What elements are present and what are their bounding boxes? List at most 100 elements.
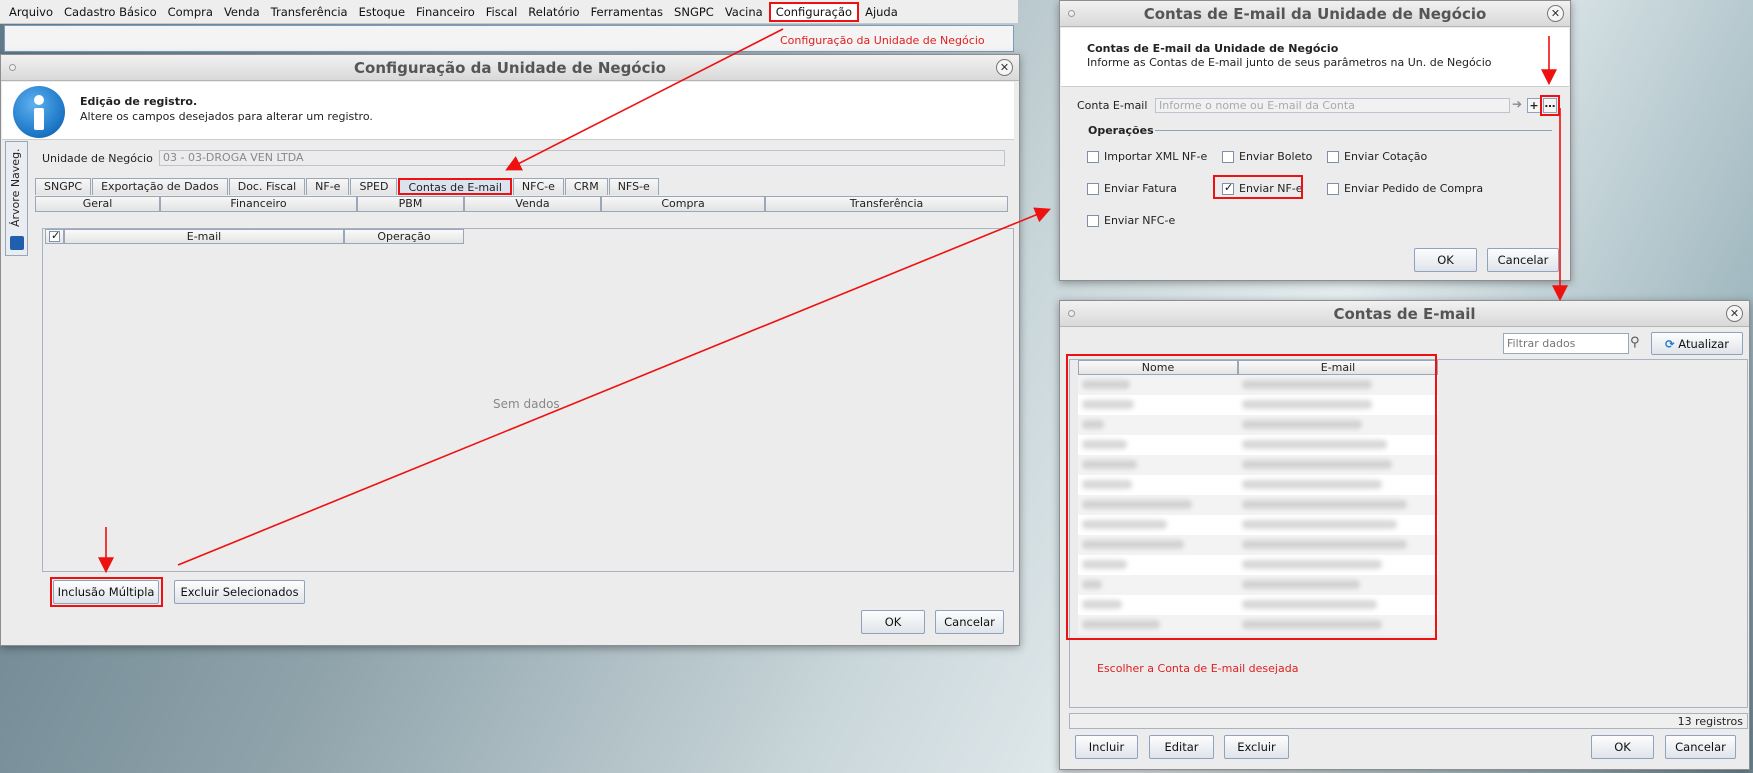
- subtab-3[interactable]: Venda: [464, 196, 601, 212]
- ok-button[interactable]: OK: [861, 610, 925, 634]
- menu-item-11[interactable]: Vacina: [720, 3, 768, 21]
- option-checkbox-3[interactable]: [1087, 183, 1099, 195]
- option-3[interactable]: Enviar Fatura: [1087, 182, 1177, 195]
- edit-button[interactable]: Editar: [1149, 735, 1214, 759]
- header-title: Edição de registro.: [80, 95, 198, 108]
- tab-1[interactable]: Exportação de Dados: [92, 178, 228, 195]
- delete-button[interactable]: Excluir: [1224, 735, 1289, 759]
- email-dialog-cancel-button[interactable]: Cancelar: [1487, 248, 1559, 272]
- operations-label: Operações: [1088, 124, 1154, 137]
- multi-include-highlight: [50, 577, 163, 607]
- tab-5[interactable]: Contas de E-mail: [398, 178, 512, 195]
- tree-navigation-tab[interactable]: Árvore Naveg.: [5, 141, 28, 256]
- menu-item-10[interactable]: SNGPC: [669, 3, 719, 21]
- include-button[interactable]: Incluir: [1075, 735, 1138, 759]
- option-0[interactable]: Importar XML NF-e: [1087, 150, 1207, 163]
- option-checkbox-6[interactable]: [1087, 215, 1099, 227]
- tab-3[interactable]: NF-e: [306, 178, 350, 195]
- email-dialog: Contas de E-mail da Unidade de Negócio ✕…: [1059, 0, 1571, 281]
- col-operation[interactable]: Operação: [344, 229, 464, 244]
- unit-field: 03 - 03-DROGA VEN LTDA: [159, 150, 1005, 166]
- accounts-window: Contas de E-mail ✕ Filtrar dados ⚲ ⟳ Atu…: [1059, 300, 1750, 770]
- main-window-title: Configuração da Unidade de Negócio: [354, 59, 666, 77]
- record-count: 13 registros: [1677, 715, 1743, 728]
- tab-8[interactable]: NFS-e: [608, 178, 659, 195]
- menu-item-7[interactable]: Fiscal: [481, 3, 523, 21]
- option-2[interactable]: Enviar Cotação: [1327, 150, 1427, 163]
- refresh-button[interactable]: ⟳ Atualizar: [1651, 332, 1743, 355]
- menu-item-8[interactable]: Relatório: [523, 3, 584, 21]
- account-input[interactable]: Informe o nome ou E-mail da Conta: [1155, 98, 1510, 113]
- subtab-0[interactable]: Geral: [35, 196, 160, 212]
- email-dialog-titlebar: Contas de E-mail da Unidade de Negócio ✕: [1060, 1, 1570, 27]
- subtab-4[interactable]: Compra: [601, 196, 765, 212]
- tree-navigation-label: Árvore Naveg.: [9, 148, 22, 227]
- tab-7[interactable]: CRM: [564, 178, 608, 195]
- unit-label: Unidade de Negócio: [42, 152, 153, 165]
- cancel-button[interactable]: Cancelar: [935, 610, 1004, 634]
- subtab-1[interactable]: Financeiro: [160, 196, 357, 212]
- email-dialog-ok-button[interactable]: OK: [1414, 248, 1477, 272]
- email-dialog-header-title: Contas de E-mail da Unidade de Negócio: [1087, 42, 1339, 55]
- col-email[interactable]: E-mail: [64, 229, 344, 244]
- info-icon: [13, 86, 65, 138]
- menu-item-0[interactable]: Arquivo: [4, 3, 58, 21]
- window-menu-icon[interactable]: [1068, 310, 1075, 317]
- close-icon[interactable]: ✕: [1726, 305, 1743, 322]
- menu-bar: Arquivo Cadastro Básico Compra Venda Transfe…: [0, 0, 1018, 24]
- email-table: E-mail Operação Sem dados: [42, 228, 1014, 572]
- option-label-0: Importar XML NF-e: [1104, 150, 1208, 163]
- refresh-icon: ⟳: [1664, 337, 1675, 351]
- delete-selected-button[interactable]: Excluir Selecionados: [174, 580, 305, 604]
- close-icon[interactable]: ✕: [1547, 5, 1564, 22]
- option-6[interactable]: Enviar NFC-e: [1087, 214, 1175, 227]
- main-header: Edição de registro. Altere os campos des…: [2, 82, 1014, 140]
- subtab-5[interactable]: Transferência: [765, 196, 1008, 212]
- main-tabs: SNGPC Exportação de Dados Doc. Fiscal NF-e S…: [35, 178, 660, 195]
- select-all-header[interactable]: [45, 229, 64, 244]
- option-checkbox-0[interactable]: [1087, 151, 1099, 163]
- window-menu-icon[interactable]: [1068, 10, 1075, 17]
- menu-item-3[interactable]: Venda: [219, 3, 265, 21]
- header-subtitle: Altere os campos desejados para alterar …: [80, 110, 373, 123]
- tab-6[interactable]: NFC-e: [512, 178, 564, 195]
- accounts-ok-button[interactable]: OK: [1591, 735, 1654, 759]
- subtab-2[interactable]: PBM: [357, 196, 464, 212]
- menu-item-2[interactable]: Compra: [163, 3, 218, 21]
- config-annotation: Configuração da Unidade de Negócio: [780, 34, 985, 47]
- menu-item-5[interactable]: Estoque: [354, 3, 410, 21]
- option-5[interactable]: Enviar Pedido de Compra: [1327, 182, 1483, 195]
- search-icon[interactable]: ⚲: [1630, 335, 1646, 351]
- menu-item-9[interactable]: Ferramentas: [586, 3, 668, 21]
- option-checkbox-5[interactable]: [1327, 183, 1339, 195]
- tab-2[interactable]: Doc. Fiscal: [228, 178, 306, 195]
- main-window-titlebar: Configuração da Unidade de Negócio ✕: [1, 55, 1019, 81]
- arrow-right-icon[interactable]: ➔: [1512, 98, 1526, 113]
- accounts-window-title: Contas de E-mail: [1333, 305, 1476, 323]
- accounts-cancel-button[interactable]: Cancelar: [1665, 735, 1736, 759]
- option-label-1: Enviar Boleto: [1239, 150, 1313, 163]
- empty-text: Sem dados: [493, 397, 560, 411]
- nfe-option-highlight: [1213, 175, 1303, 199]
- option-1[interactable]: Enviar Boleto: [1222, 150, 1312, 163]
- tab-4[interactable]: SPED: [350, 178, 398, 195]
- close-icon[interactable]: ✕: [996, 59, 1013, 76]
- accounts-table-highlight: [1066, 354, 1437, 640]
- window-menu-icon[interactable]: [9, 64, 16, 71]
- status-bar: 13 registros: [1069, 713, 1748, 729]
- option-checkbox-2[interactable]: [1327, 151, 1339, 163]
- menu-item-1[interactable]: Cadastro Básico: [59, 3, 162, 21]
- menu-item-13[interactable]: Ajuda: [860, 3, 903, 21]
- account-label: Conta E-mail: [1077, 99, 1148, 112]
- plus-icon[interactable]: +: [1527, 98, 1541, 113]
- tree-icon: [10, 236, 24, 250]
- option-checkbox-1[interactable]: [1222, 151, 1234, 163]
- ellipsis-highlight: [1540, 95, 1560, 116]
- menu-item-6[interactable]: Financeiro: [411, 3, 480, 21]
- select-all-checkbox[interactable]: [49, 229, 60, 242]
- menu-item-12[interactable]: Configuração: [768, 1, 860, 22]
- filter-input[interactable]: Filtrar dados: [1503, 333, 1629, 354]
- email-dialog-header-subtitle: Informe as Contas de E-mail junto de seu…: [1087, 56, 1492, 69]
- menu-item-4[interactable]: Transferência: [266, 3, 353, 21]
- tab-0[interactable]: SNGPC: [35, 178, 92, 195]
